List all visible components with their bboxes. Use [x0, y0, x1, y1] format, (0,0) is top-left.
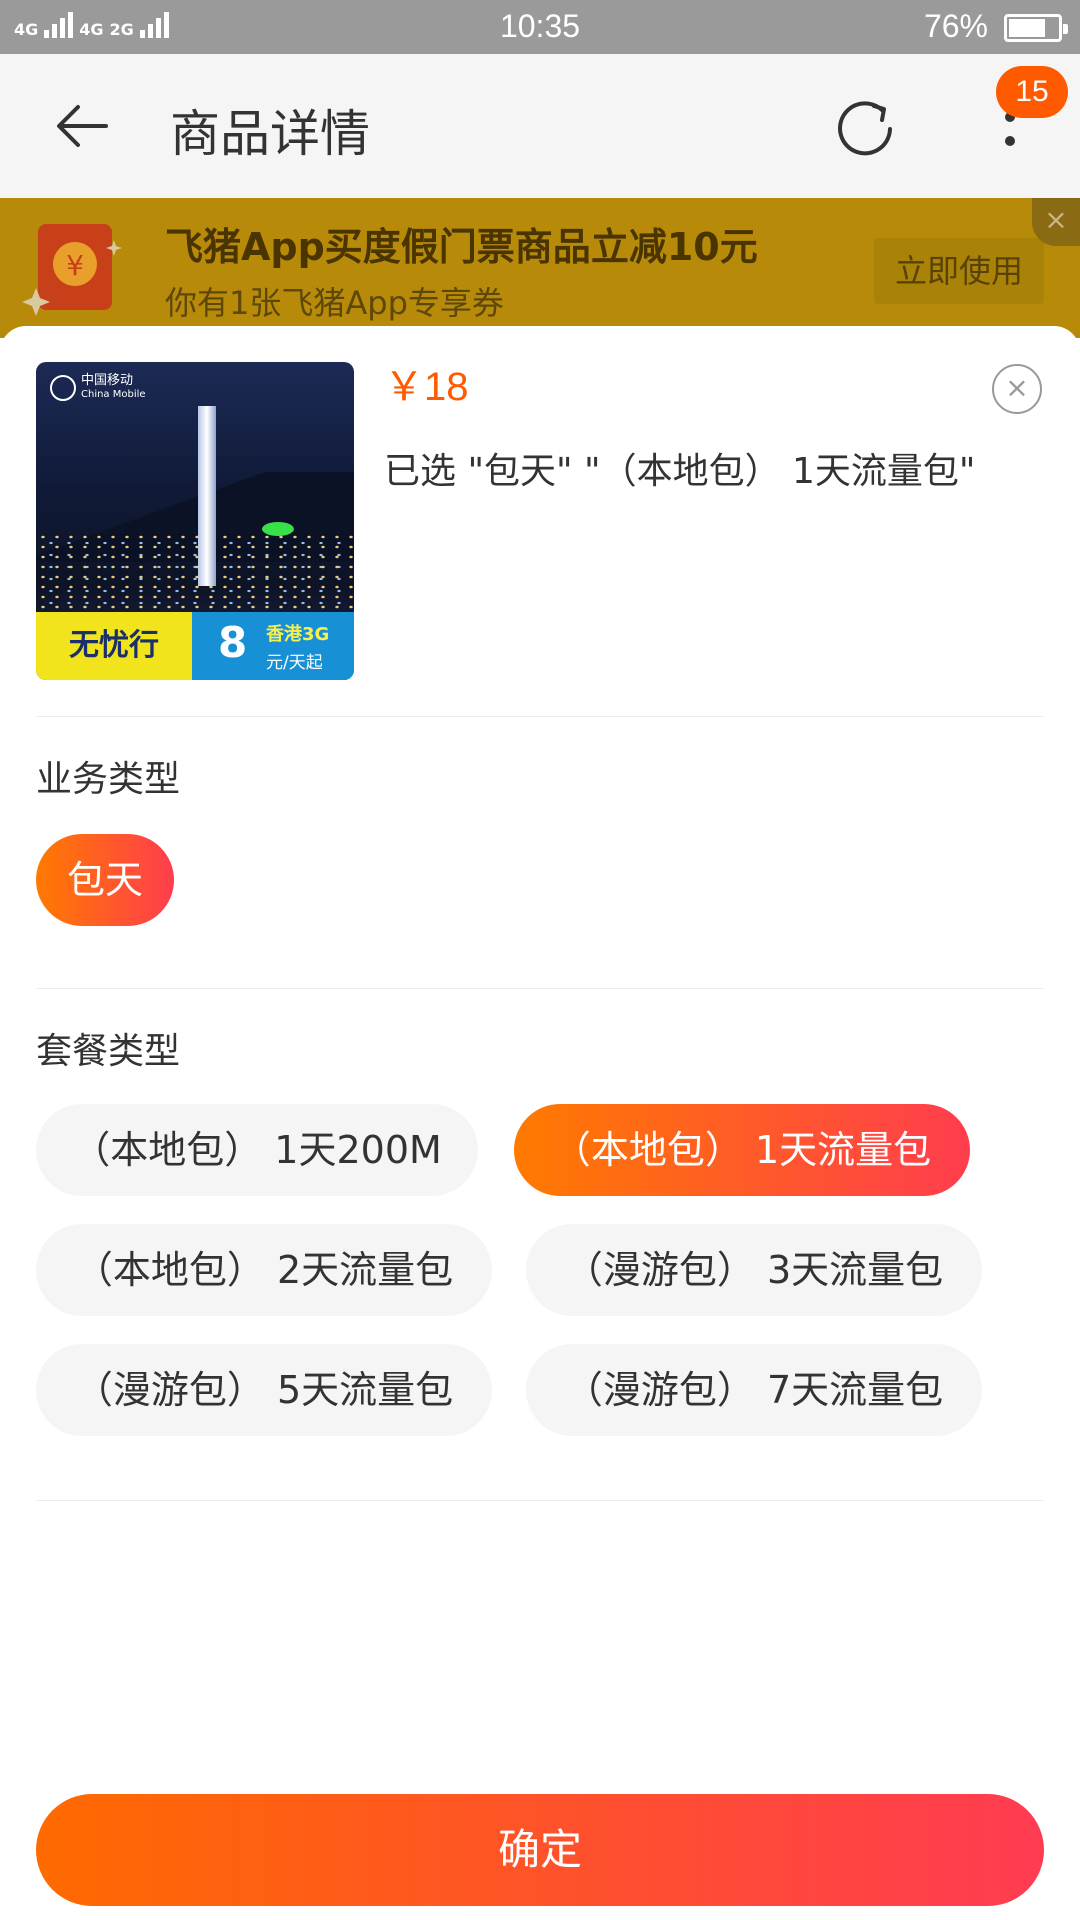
logo-en-text: China Mobile: [81, 389, 146, 400]
package-type-option[interactable]: （漫游包） 5天流量包: [36, 1344, 492, 1436]
battery-icon: [1004, 14, 1068, 42]
status-bar: 4G 4G 2G 10:35 76%: [0, 0, 1080, 54]
image-price-number: 8: [218, 618, 248, 667]
close-icon: ×: [1005, 371, 1029, 404]
page-title: 商品详情: [170, 105, 370, 163]
dot-icon: [1005, 136, 1015, 146]
selected-summary: 已选 "包天" "（本地包） 1天流量包": [384, 451, 976, 492]
confirm-button[interactable]: 确定: [36, 1794, 1044, 1906]
divider: [36, 716, 1044, 717]
sku-selector-sheet: 中国移动 China Mobile 无忧行 8 香港3G 元/天起 ￥18 已选…: [0, 326, 1080, 1920]
image-region: 香港3G: [266, 624, 330, 645]
package-type-option-selected[interactable]: （本地包） 1天流量包: [514, 1104, 970, 1196]
china-mobile-logo: 中国移动 China Mobile: [50, 374, 146, 402]
image-unit: 元/天起: [266, 653, 323, 673]
title-bar: 商品详情 15: [0, 54, 1080, 198]
business-type-option-selected[interactable]: 包天: [36, 834, 174, 926]
clock: 10:35: [499, 8, 581, 44]
product-image: 中国移动 China Mobile 无忧行 8 香港3G 元/天起: [36, 362, 354, 680]
package-type-option[interactable]: （漫游包） 3天流量包: [526, 1224, 982, 1316]
package-type-option[interactable]: （漫游包） 7天流量包: [526, 1344, 982, 1436]
refresh-icon: [838, 101, 892, 156]
price: ￥18: [384, 365, 469, 409]
china-mobile-icon: [50, 375, 76, 401]
battery-fill: [1009, 19, 1046, 37]
notification-badge: 15: [996, 66, 1068, 118]
image-brand: 无忧行: [36, 612, 192, 680]
image-tower: [198, 406, 216, 586]
promo-close-button[interactable]: ×: [1032, 198, 1080, 246]
divider: [36, 988, 1044, 989]
refresh-button[interactable]: [820, 84, 910, 174]
battery-percent: 76%: [923, 8, 988, 44]
promo-banner: ¥ 飞猪App买度假门票商品立减10元 你有1张飞猪App专享券 立即使用 ×: [0, 198, 1080, 338]
close-sheet-button[interactable]: ×: [992, 364, 1042, 414]
svg-text:¥: ¥: [66, 249, 84, 282]
divider: [36, 1500, 1044, 1501]
logo-cn-text: 中国移动: [81, 373, 134, 388]
image-price-box: 8 香港3G 元/天起: [192, 612, 354, 680]
business-type-title: 业务类型: [36, 759, 181, 800]
package-type-option[interactable]: （本地包） 1天200M: [36, 1104, 478, 1196]
back-button[interactable]: [40, 84, 124, 168]
package-type-option[interactable]: （本地包） 2天流量包: [36, 1224, 492, 1316]
red-envelope-icon: ¥: [22, 224, 122, 316]
image-price-strip: 无忧行 8 香港3G 元/天起: [36, 612, 354, 680]
arrow-left-icon: [57, 105, 108, 147]
image-city-lights: [36, 532, 354, 622]
package-type-title: 套餐类型: [36, 1031, 181, 1072]
use-now-button[interactable]: 立即使用: [874, 238, 1044, 304]
image-green-light: [262, 522, 294, 536]
promo-subtitle: 你有1张飞猪App专享券: [165, 284, 504, 322]
promo-title: 飞猪App买度假门票商品立减10元: [165, 225, 758, 269]
